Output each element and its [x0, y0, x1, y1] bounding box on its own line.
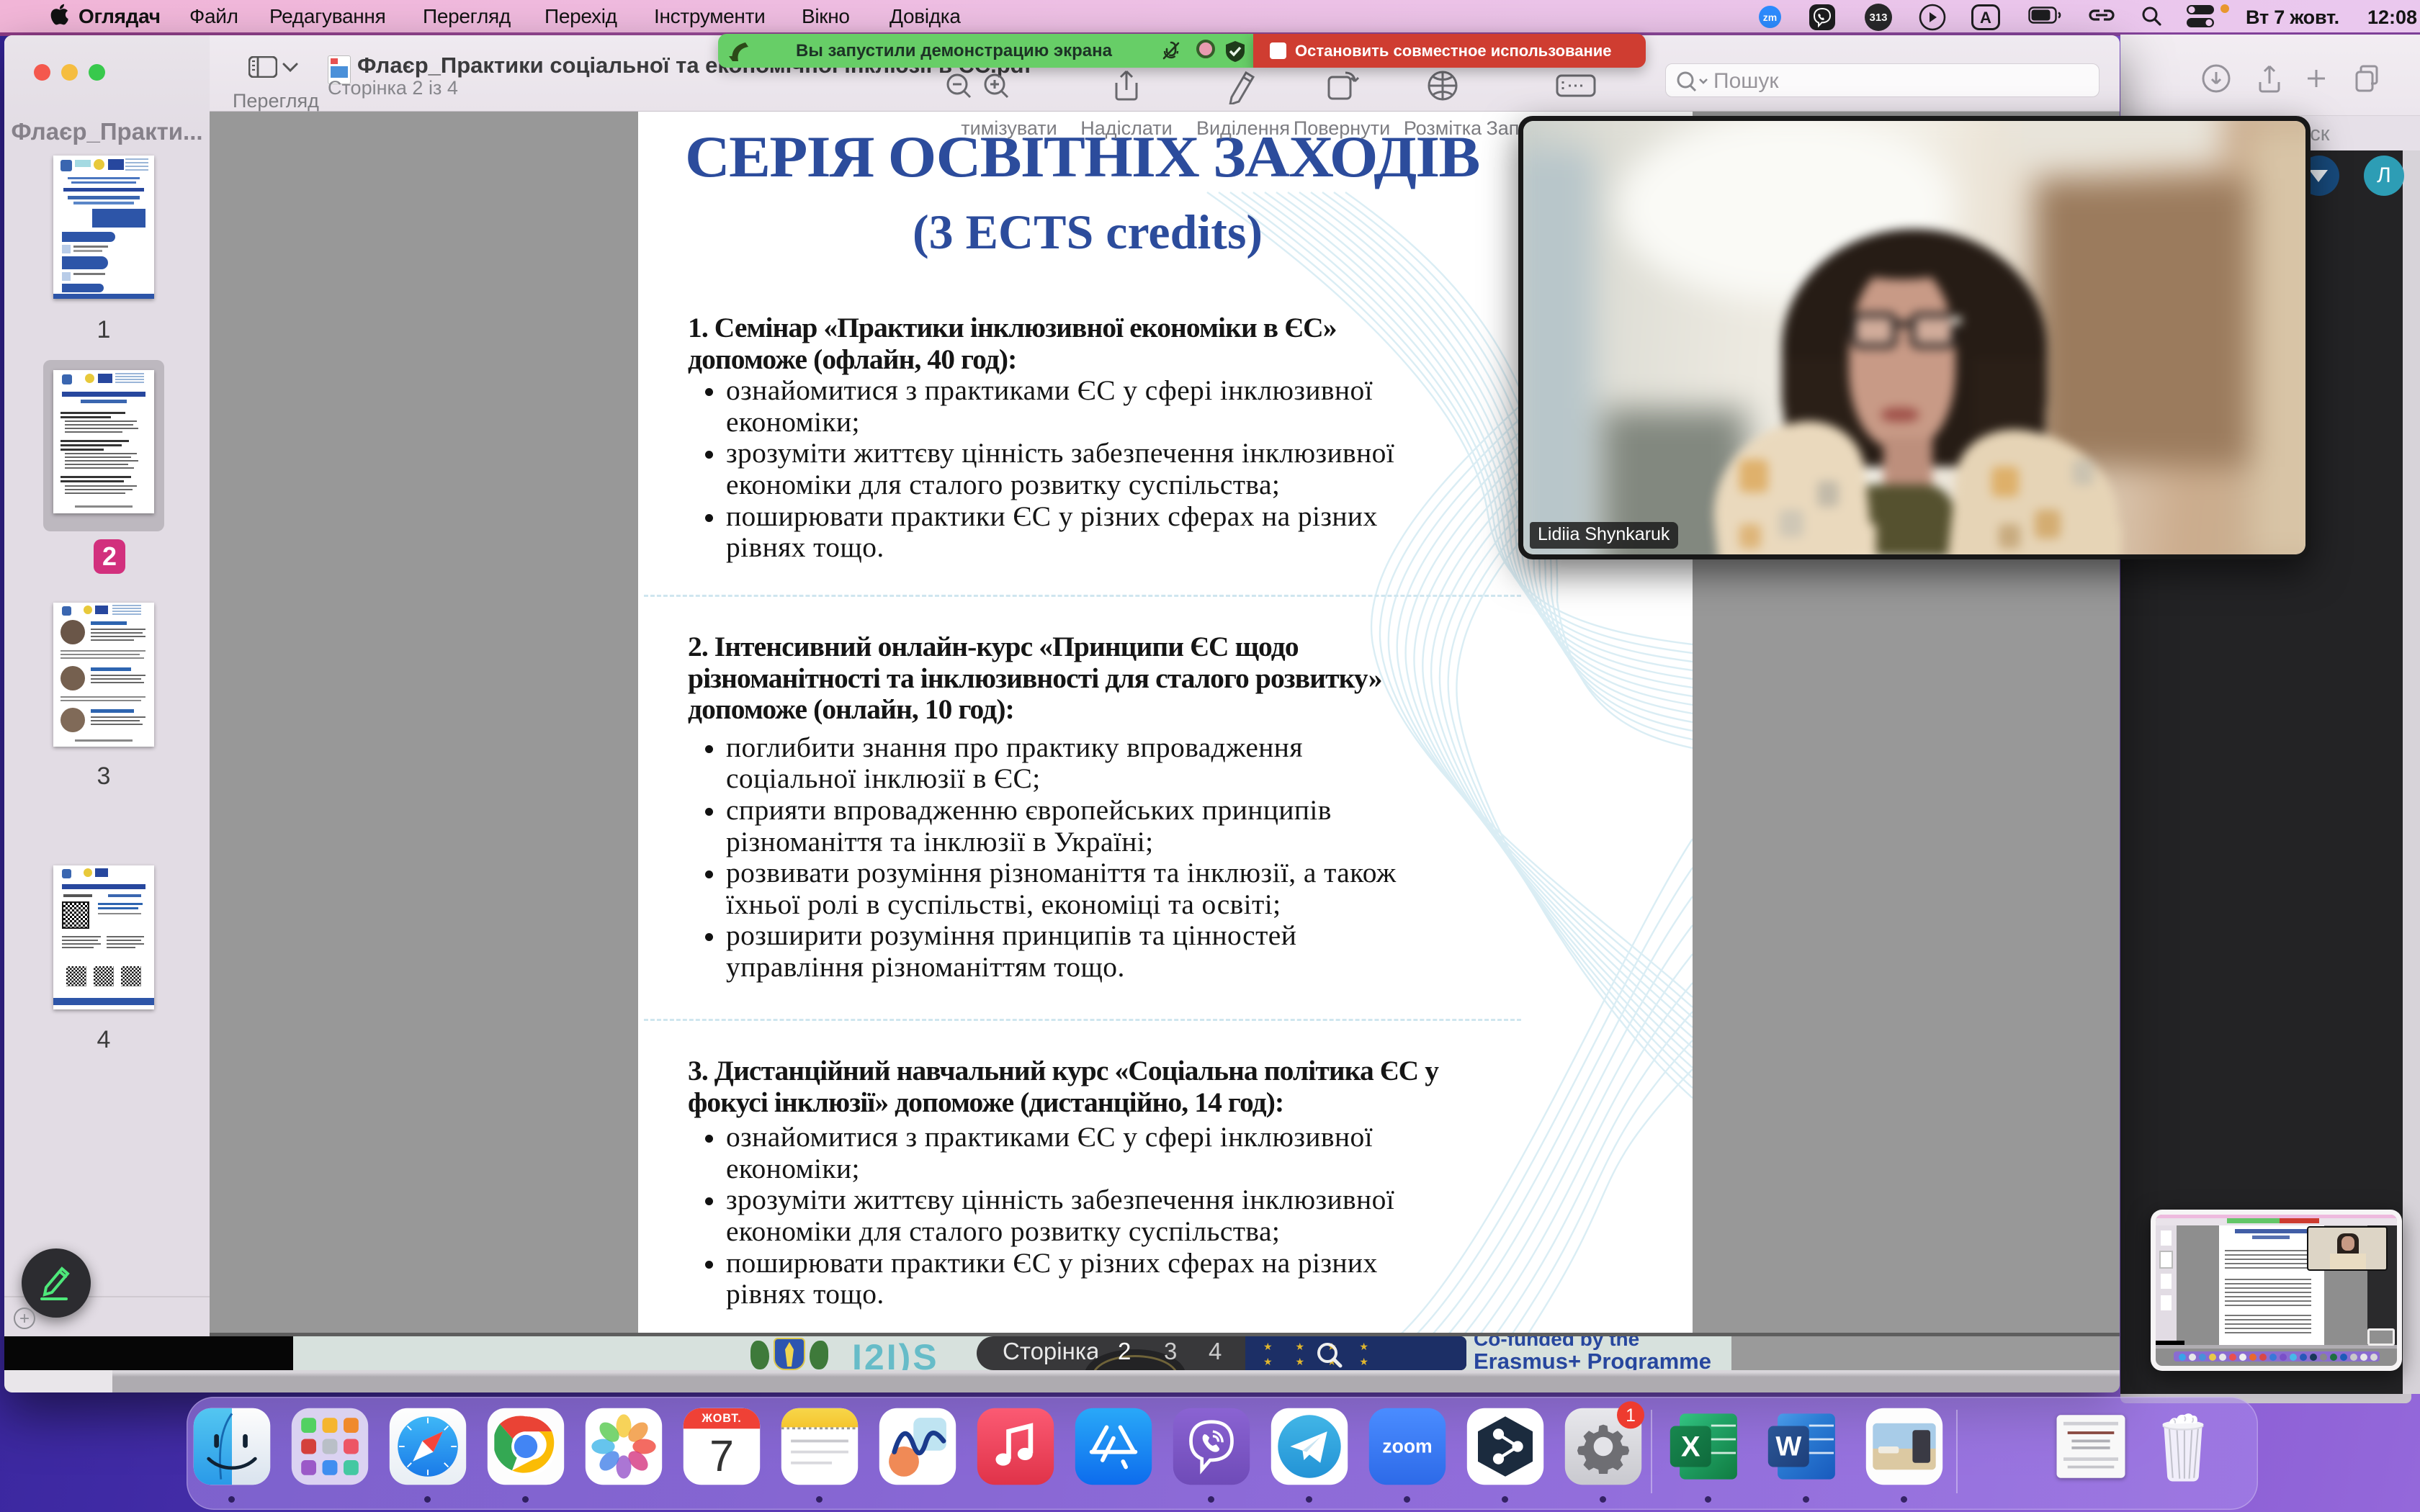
svg-text:A: A: [1980, 9, 1991, 27]
